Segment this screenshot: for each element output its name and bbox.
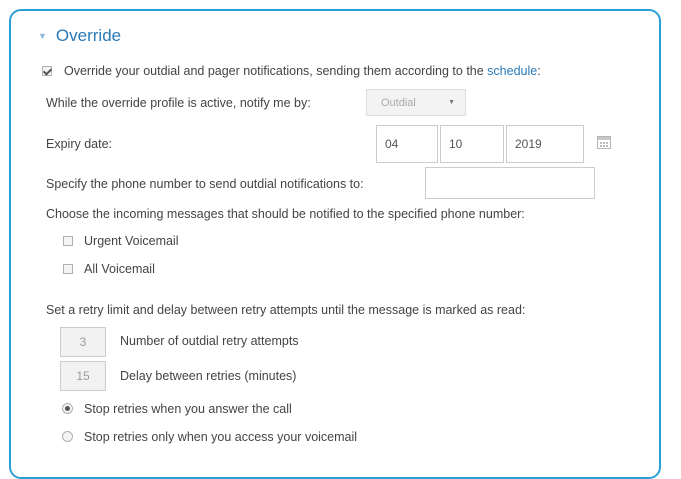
expiry-month-input[interactable]: 04 — [376, 125, 438, 163]
stop-on-voicemail-label: Stop retries only when you access your v… — [84, 430, 358, 444]
override-label-suffix: : — [537, 64, 541, 78]
override-label-text: Override your outdial and pager notifica… — [64, 64, 488, 78]
retry-delay-input[interactable]: 15 — [60, 361, 106, 391]
override-label: Override your outdial and pager notifica… — [64, 64, 541, 78]
stop-on-voicemail-radio[interactable] — [62, 431, 73, 442]
section-header-override[interactable]: ▼ Override — [38, 26, 121, 46]
notify-method-value: Outdial — [381, 96, 416, 109]
notify-label: While the override profile is active, no… — [46, 96, 311, 110]
stop-on-answer-label: Stop retries when you answer the call — [84, 402, 292, 416]
urgent-voicemail-checkbox[interactable] — [63, 236, 73, 246]
triangle-down-icon: ▼ — [38, 31, 47, 41]
retry-label: Set a retry limit and delay between retr… — [46, 303, 526, 317]
retry-attempts-input[interactable]: 3 — [60, 327, 106, 357]
schedule-link[interactable]: schedule — [487, 64, 537, 78]
phone-number-input[interactable] — [425, 167, 595, 199]
section-title: Override — [55, 26, 122, 45]
messages-label: Choose the incoming messages that should… — [46, 207, 525, 221]
stop-on-answer-radio[interactable] — [62, 403, 73, 414]
notify-method-select[interactable]: Outdial ▼ — [366, 89, 466, 116]
all-voicemail-label: All Voicemail — [84, 262, 155, 276]
expiry-label: Expiry date: — [46, 137, 113, 151]
override-checkbox[interactable] — [42, 66, 52, 76]
chevron-down-icon: ▼ — [448, 99, 455, 106]
calendar-icon[interactable] — [597, 136, 611, 149]
urgent-voicemail-label: Urgent Voicemail — [84, 234, 179, 248]
phone-label: Specify the phone number to send outdial… — [46, 177, 364, 191]
expiry-year-input[interactable]: 2019 — [506, 125, 584, 163]
expiry-day-input[interactable]: 10 — [440, 125, 504, 163]
retry-attempts-label: Number of outdial retry attempts — [120, 334, 299, 348]
all-voicemail-checkbox[interactable] — [63, 264, 73, 274]
retry-delay-label: Delay between retries (minutes) — [120, 369, 297, 383]
